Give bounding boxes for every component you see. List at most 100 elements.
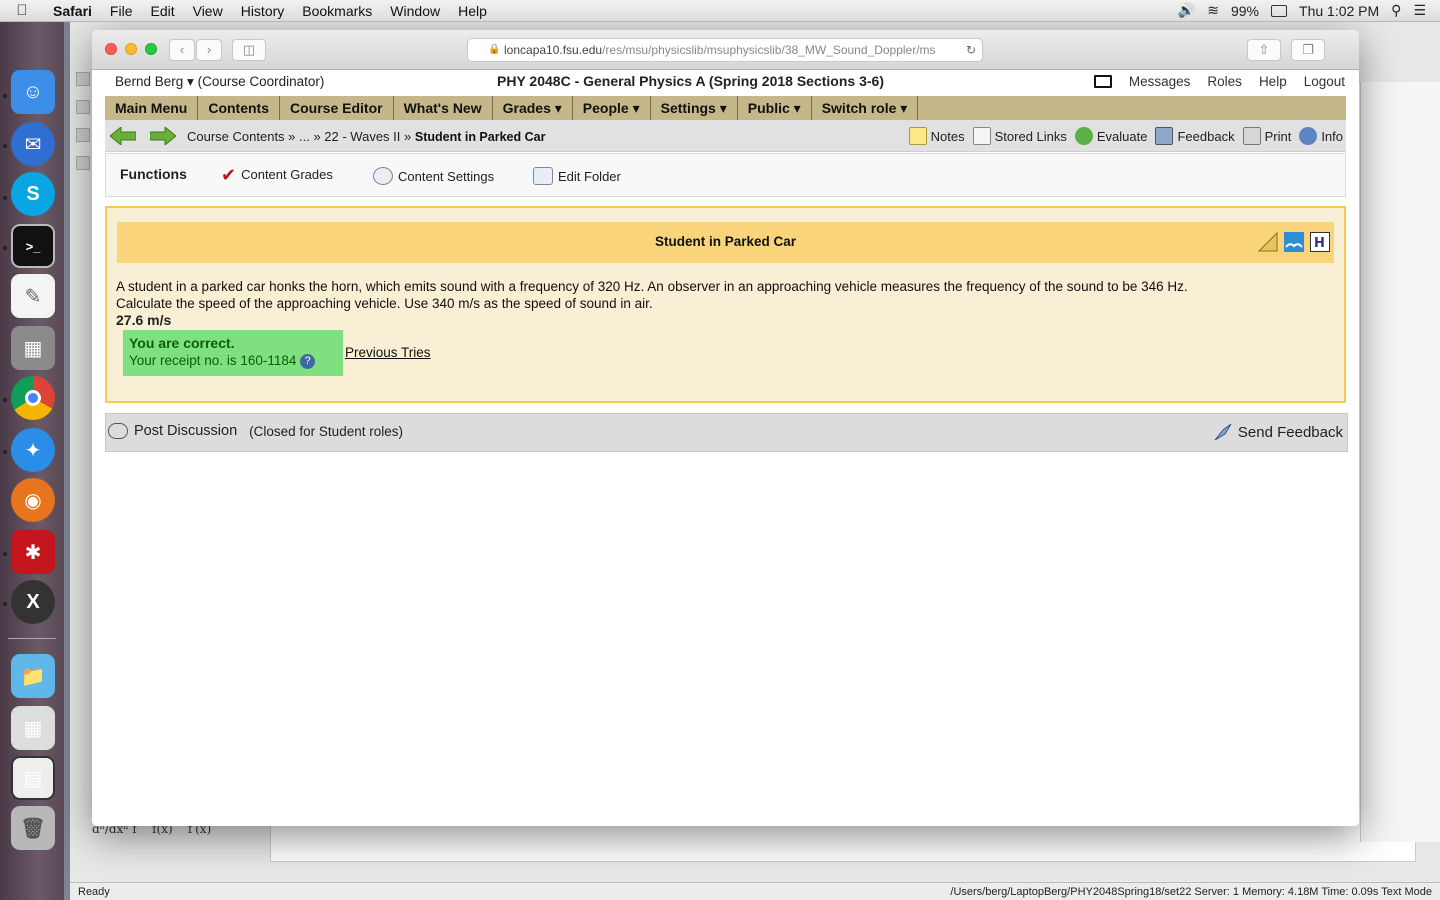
sidebar-toggle-icon[interactable]: ◫ <box>232 39 266 61</box>
menu-history[interactable]: History <box>232 3 294 19</box>
tool-notes[interactable]: Notes <box>908 127 965 145</box>
send-feedback-label: Send Feedback <box>1237 423 1343 441</box>
nav-contents[interactable]: Contents <box>198 96 281 120</box>
screenshot-icon[interactable]: ▦ <box>11 706 55 750</box>
ruler-icon[interactable] <box>1258 232 1278 252</box>
maple-icon[interactable]: ✱ <box>11 530 55 574</box>
discussion-closed-note: (Closed for Student roles) <box>249 423 403 439</box>
info-icon <box>1299 127 1318 145</box>
open-book-icon[interactable] <box>1284 232 1304 252</box>
receipt-text: Your receipt no. is 160-1184 <box>129 353 297 368</box>
menu-edit[interactable]: Edit <box>141 3 183 19</box>
thunderbird-icon[interactable]: ✉ <box>11 122 55 166</box>
forward-icon[interactable]: › <box>196 39 222 61</box>
link-help[interactable]: Help <box>1259 74 1287 89</box>
content-settings-link[interactable]: Content Settings <box>373 167 494 185</box>
nav-switch-role[interactable]: Switch role ▾ <box>812 96 919 120</box>
running-indicator <box>3 552 7 556</box>
back-icon[interactable]: ‹ <box>169 39 195 61</box>
problem-icons: H <box>1258 232 1330 252</box>
volume-icon[interactable]: 🔊 <box>1178 2 1195 19</box>
reload-icon[interactable]: ↻ <box>966 39 976 61</box>
previous-tries-link[interactable]: Previous Tries <box>345 345 431 360</box>
post-discussion-label: Post Discussion <box>134 423 238 439</box>
menu-view[interactable]: View <box>184 3 232 19</box>
textedit-icon[interactable]: ✎ <box>11 274 55 318</box>
menu-file[interactable]: File <box>101 3 142 19</box>
chrome-icon[interactable] <box>11 376 55 420</box>
functions-title: Functions <box>120 166 187 182</box>
menu-bookmarks[interactable]: Bookmarks <box>293 3 381 19</box>
user-menu[interactable]: Bernd Berg ▾ <box>115 74 194 89</box>
clock[interactable]: Thu 1:02 PM <box>1299 3 1379 19</box>
problem-text-line1: A student in a parked car honks the horn… <box>116 279 1188 294</box>
edit-folder-link[interactable]: Edit Folder <box>533 167 621 185</box>
next-page-icon[interactable] <box>150 127 176 145</box>
settings-gauge-icon <box>373 167 393 185</box>
x11-icon[interactable]: X <box>11 580 55 624</box>
firefox-icon[interactable]: ◉ <box>11 478 55 522</box>
html-editor-icon[interactable]: H <box>1310 232 1330 252</box>
content-settings-label: Content Settings <box>398 168 495 184</box>
tool-stored-links[interactable]: Stored Links <box>972 127 1067 145</box>
post-discussion[interactable]: Post Discussion (Closed for Student role… <box>108 423 403 439</box>
tabs-overview-icon[interactable]: ❐ <box>1291 39 1325 61</box>
nav-settings[interactable]: Settings ▾ <box>651 96 738 120</box>
remote-control-icon[interactable] <box>1093 75 1112 88</box>
link-roles[interactable]: Roles <box>1207 74 1242 89</box>
background-statusbar: Ready /Users/berg/LaptopBerg/PHY2048Spri… <box>70 882 1440 900</box>
course-title: PHY 2048C - General Physics A (Spring 20… <box>497 73 884 89</box>
close-window-button[interactable] <box>105 43 117 55</box>
problem-statement: A student in a parked car honks the horn… <box>116 278 1336 312</box>
document-icon[interactable]: ▤ <box>11 756 55 800</box>
tool-feedback-label: Feedback <box>1177 128 1235 144</box>
trash-icon[interactable]: 🗑 <box>11 806 55 850</box>
nav-whats-new[interactable]: What's New <box>394 96 493 120</box>
submitted-answer: 27.6 m/s <box>116 312 172 328</box>
share-icon[interactable]: ⇧ <box>1247 39 1281 61</box>
address-bar[interactable]: 🔒 loncapa10.fsu.edu/res/msu/physicslib/m… <box>467 38 983 62</box>
safari-toolbar: ‹ › ◫ 🔒 loncapa10.fsu.edu/res/msu/physic… <box>92 30 1359 70</box>
url-path: /res/msu/physicslib/msuphysicslib/38_MW_… <box>602 43 936 57</box>
menu-help[interactable]: Help <box>449 3 496 19</box>
breadcrumb-path[interactable]: Course Contents » ... » 22 - Waves II » <box>187 129 411 144</box>
dock: ☺ ✉ S >_ ✎ ▦ ✦ ◉ ✱ X 📁 ▦ ▤ 🗑 <box>0 22 64 900</box>
menu-app[interactable]: Safari <box>44 3 101 19</box>
correct-feedback: You are correct. Your receipt no. is 160… <box>123 330 343 376</box>
tool-evaluate[interactable]: Evaluate <box>1074 127 1147 145</box>
safari-window: ‹ › ◫ 🔒 loncapa10.fsu.edu/res/msu/physic… <box>92 30 1359 826</box>
header-links: Messages Roles Help Logout <box>1093 74 1345 89</box>
tool-info[interactable]: Info <box>1299 127 1343 145</box>
menu-window[interactable]: Window <box>381 3 449 19</box>
apple-menu-icon[interactable]:  <box>0 2 44 19</box>
correct-message: You are correct. <box>129 335 235 351</box>
battery-percent[interactable]: 99% <box>1231 3 1259 19</box>
previous-page-icon[interactable] <box>110 127 136 145</box>
send-feedback-link[interactable]: Send Feedback <box>1213 422 1343 442</box>
nav-course-editor[interactable]: Course Editor <box>280 96 394 120</box>
help-icon[interactable]: ? <box>300 353 316 369</box>
battery-icon[interactable] <box>1271 4 1288 17</box>
fullscreen-window-button[interactable] <box>145 43 157 55</box>
terminal-icon[interactable]: >_ <box>11 224 55 268</box>
finder-icon[interactable]: ☺ <box>11 70 55 114</box>
skype-icon[interactable]: S <box>11 172 55 216</box>
nav-main-menu[interactable]: Main Menu <box>105 96 199 120</box>
minimize-window-button[interactable] <box>125 43 137 55</box>
calculator-icon[interactable]: ▦ <box>11 326 55 370</box>
wifi-icon[interactable]: ≋ <box>1207 2 1219 19</box>
folder-icon[interactable]: 📁 <box>11 654 55 698</box>
link-messages[interactable]: Messages <box>1129 74 1191 89</box>
tool-print[interactable]: Print <box>1242 127 1291 145</box>
nav-people[interactable]: People ▾ <box>573 96 651 120</box>
tool-feedback[interactable]: Feedback <box>1155 127 1235 145</box>
spotlight-icon[interactable]: ⚲ <box>1391 2 1401 19</box>
notification-center-icon[interactable]: ☰ <box>1413 2 1426 19</box>
content-grades-link[interactable]: ✔ Content Grades <box>221 166 333 184</box>
nav-grades[interactable]: Grades ▾ <box>493 96 573 120</box>
nav-public[interactable]: Public ▾ <box>738 96 812 120</box>
link-logout[interactable]: Logout <box>1304 74 1345 89</box>
feedback-icon <box>1155 127 1174 145</box>
dock-separator <box>8 638 56 639</box>
safari-icon[interactable]: ✦ <box>11 428 55 472</box>
